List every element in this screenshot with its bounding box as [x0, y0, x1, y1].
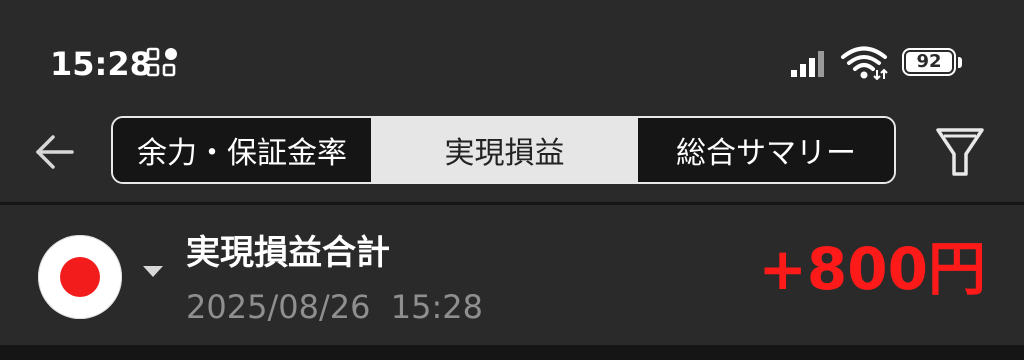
battery-level: 92: [906, 52, 952, 72]
status-bar: 15:28 92: [0, 0, 1024, 100]
realized-pnl-summary: 実現損益合計 2025/08/26 15:28 +800円: [0, 205, 1024, 345]
summary-timestamp: 2025/08/26 15:28: [186, 288, 483, 326]
filter-icon[interactable]: [930, 122, 990, 182]
battery-icon: 92: [902, 48, 962, 78]
chevron-down-icon[interactable]: [140, 263, 166, 279]
japan-flag-icon: [38, 235, 122, 319]
flag-sun: [60, 257, 100, 297]
app-screen: 15:28 92 余力・保証金率 実現損益 総合サマリー 実現損益合計 2025…: [0, 0, 1024, 360]
battery-tip: [958, 57, 962, 68]
summary-title: 実現損益合計: [186, 233, 390, 273]
tab-realized-pnl[interactable]: 実現損益: [371, 118, 638, 182]
status-time: 15:28: [50, 45, 152, 83]
wifi-icon: [841, 46, 888, 80]
segmented-tabs: 余力・保証金率 実現損益 総合サマリー: [111, 116, 896, 184]
bottom-band: [0, 345, 1024, 360]
tab-summary[interactable]: 総合サマリー: [638, 118, 894, 182]
summary-value: +800円: [758, 235, 986, 303]
tab-margin-ratio[interactable]: 余力・保証金率: [113, 118, 371, 182]
app-grid-icon: [146, 47, 177, 77]
signal-icon: [791, 51, 824, 77]
toolbar: 余力・保証金率 実現損益 総合サマリー: [0, 100, 1024, 202]
back-arrow-icon[interactable]: [26, 128, 82, 176]
